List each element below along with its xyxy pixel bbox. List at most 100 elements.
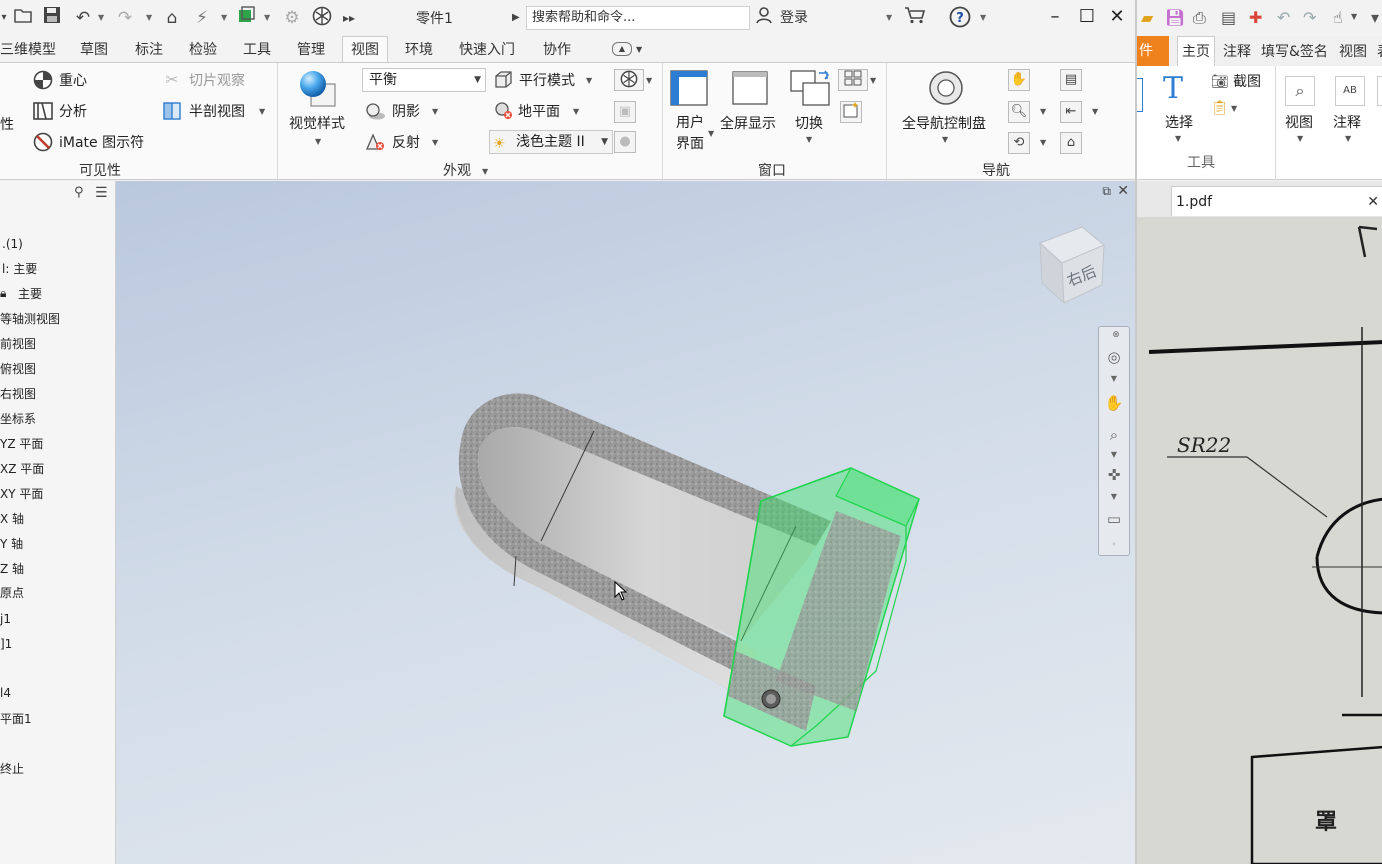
new-pdf-icon[interactable]: ✚ — [1249, 8, 1262, 27]
appearance-ball-icon[interactable] — [310, 6, 334, 30]
browser-item[interactable]: 原点 — [0, 585, 24, 601]
user-interface-dropdown-arrow[interactable]: ▼ — [708, 127, 714, 141]
tab-collaborate[interactable]: 协作 — [543, 40, 571, 60]
slice-graphics-label[interactable]: 切片观察 — [189, 71, 245, 91]
full-screen-label[interactable]: 全屏显示 — [720, 114, 776, 134]
clipboard-icon[interactable]: 📋︎ — [1211, 100, 1229, 116]
parallel-mode-dropdown-arrow[interactable]: ▼ — [586, 74, 592, 88]
half-section-dropdown-arrow[interactable]: ▼ — [259, 105, 265, 119]
browser-item[interactable]: 终止 — [0, 761, 24, 777]
orbit-dropdown-arrow[interactable]: ▼ — [1040, 136, 1046, 150]
save-icon[interactable] — [40, 6, 64, 30]
navbar-wheel-icon[interactable]: ◎ — [1099, 347, 1129, 367]
hand-tool-dropdown-arrow[interactable]: ▼ — [1351, 12, 1357, 21]
ambient-occlusion-icon[interactable]: ● — [614, 131, 636, 153]
visual-style-label[interactable]: 视觉样式 — [289, 114, 345, 134]
annotate-icon[interactable]: AB — [1335, 76, 1365, 106]
new-dropdown-arrow[interactable]: ▾ — [0, 6, 8, 30]
pdf-tab-form[interactable]: 表 — [1377, 42, 1382, 62]
analysis-icon[interactable] — [32, 101, 54, 126]
arrange-windows-dropdown-arrow[interactable]: ▼ — [870, 74, 876, 88]
undo-icon[interactable]: ↶ — [72, 6, 94, 30]
close-button[interactable]: ✕ — [1102, 4, 1132, 30]
visual-style-select[interactable]: 平衡 ▼ — [362, 68, 486, 92]
orbit-icon[interactable]: ⟲ — [1008, 132, 1030, 154]
maximize-button[interactable]: ☐ — [1072, 4, 1102, 30]
navbar-close-icon[interactable]: ⊗ — [1109, 325, 1123, 345]
help-dropdown-arrow[interactable]: ▼ — [980, 8, 986, 28]
update-icon[interactable]: ⚡ — [190, 6, 214, 30]
select-text-icon[interactable]: T — [1163, 72, 1183, 106]
textures-dropdown-arrow[interactable]: ▼ — [646, 74, 652, 88]
browser-item[interactable]: ]1 — [0, 636, 12, 652]
ribbon-display-dropdown-arrow[interactable]: ▼ — [636, 43, 642, 57]
browser-item[interactable]: 俯视图 — [0, 361, 36, 377]
ground-plane-icon[interactable] — [492, 101, 514, 126]
login-dropdown-arrow[interactable]: ▼ — [886, 8, 892, 28]
navbar-look-at-icon[interactable]: ▭ — [1099, 509, 1129, 529]
switch-window-dropdown-arrow[interactable]: ▼ — [806, 133, 812, 147]
browser-item[interactable]: 等轴测视图 — [0, 311, 60, 327]
pdf-tab-file[interactable]: 件 — [1137, 36, 1169, 66]
more-tools-icon[interactable]: ▸▸ — [340, 6, 358, 30]
home-view-icon[interactable]: ⌂ — [1060, 132, 1082, 154]
full-screen-icon[interactable] — [730, 69, 770, 109]
switch-window-label[interactable]: 切换 — [795, 114, 823, 134]
look-at-icon[interactable]: ▤ — [1060, 69, 1082, 91]
3d-part-model[interactable] — [116, 181, 1135, 864]
navbar-zoom-dropdown-arrow[interactable]: ▼ — [1099, 445, 1129, 465]
browser-item[interactable]: 平面1 — [0, 711, 32, 727]
browser-item[interactable]: .(1) — [2, 236, 23, 252]
redo-icon[interactable]: ↷ — [114, 6, 136, 30]
half-section-view-icon[interactable] — [161, 101, 183, 126]
tab-view[interactable]: 视图 — [342, 36, 388, 63]
arrange-windows-icon[interactable] — [838, 69, 868, 91]
select-label[interactable]: 选择 — [1165, 114, 1193, 132]
center-of-gravity-label[interactable]: 重心 — [59, 71, 87, 91]
appearance-override-icon[interactable]: ⚙ — [280, 6, 304, 30]
navbar-options-icon[interactable]: ◦ — [1099, 535, 1129, 555]
open-file-icon[interactable]: ▰ — [1141, 8, 1153, 27]
browser-item[interactable]: YZ 平面 — [0, 436, 43, 452]
shadows-icon[interactable] — [364, 101, 386, 126]
tab-inspect[interactable]: 检验 — [189, 40, 217, 60]
zoom-dropdown-arrow[interactable]: ▼ — [1040, 105, 1046, 119]
user-interface-label-line2[interactable]: 界面 — [676, 134, 704, 154]
tab-environments[interactable]: 环境 — [405, 40, 433, 60]
tab-get-started[interactable]: 快速入门 — [459, 40, 515, 60]
cart-icon[interactable] — [902, 6, 928, 30]
properties-icon[interactable]: ▤ — [1221, 8, 1236, 27]
material-icon[interactable] — [234, 6, 260, 30]
parallel-mode-icon[interactable] — [492, 69, 514, 94]
previous-view-icon[interactable]: ⇤ — [1060, 101, 1082, 123]
annotate-dropdown-arrow[interactable]: ▼ — [1345, 134, 1351, 143]
hand-partial-icon[interactable] — [1137, 78, 1143, 112]
pdf-tab-home[interactable]: 主页 — [1177, 36, 1215, 66]
ground-plane-dropdown-arrow[interactable]: ▼ — [573, 105, 579, 119]
customize-qat-icon[interactable]: ▾ — [1371, 8, 1379, 27]
graphics-viewport[interactable]: ⧉ ✕ 右后 ⊗ ◎ ▼ ✋ ⌕ ▼ ✜ ▼ ▭ ◦ — [116, 181, 1135, 864]
appearance-panel-dropdown-arrow[interactable]: ▼ — [482, 165, 488, 179]
shadows-label[interactable]: 阴影 — [392, 102, 420, 122]
clipboard-dropdown-arrow[interactable]: ▼ — [1231, 104, 1237, 113]
ribbon-display-toggle-icon[interactable]: ▲ — [612, 42, 632, 56]
minimize-button[interactable]: – — [1040, 4, 1070, 30]
new-window-icon[interactable] — [840, 101, 862, 123]
switch-window-icon[interactable] — [788, 69, 832, 109]
help-icon[interactable]: ? — [948, 6, 972, 30]
user-interface-icon[interactable] — [669, 69, 709, 109]
slice-graphics-icon[interactable]: ✂ — [161, 70, 183, 90]
more-tools-partial[interactable] — [1377, 76, 1382, 106]
tab-sketch[interactable]: 草图 — [80, 40, 108, 60]
pdf-page[interactable]: SR22 罩 — [1137, 217, 1382, 864]
pdf-view-icon[interactable]: ⌕ — [1285, 76, 1315, 106]
browser-search-icon[interactable]: ⚲ — [74, 185, 84, 200]
reflections-dropdown-arrow[interactable]: ▼ — [432, 136, 438, 150]
zoom-icon[interactable]: 🔍︎ — [1008, 101, 1030, 123]
browser-item[interactable]: 主要 — [18, 286, 42, 302]
pdf-redo-icon[interactable]: ↷ — [1303, 8, 1316, 27]
tab-3d-model[interactable]: 三维模型 — [0, 40, 56, 60]
textures-icon[interactable] — [614, 69, 644, 91]
navbar-wheel-dropdown-arrow[interactable]: ▼ — [1099, 369, 1129, 389]
screenshot-label[interactable]: 截图 — [1233, 73, 1261, 91]
